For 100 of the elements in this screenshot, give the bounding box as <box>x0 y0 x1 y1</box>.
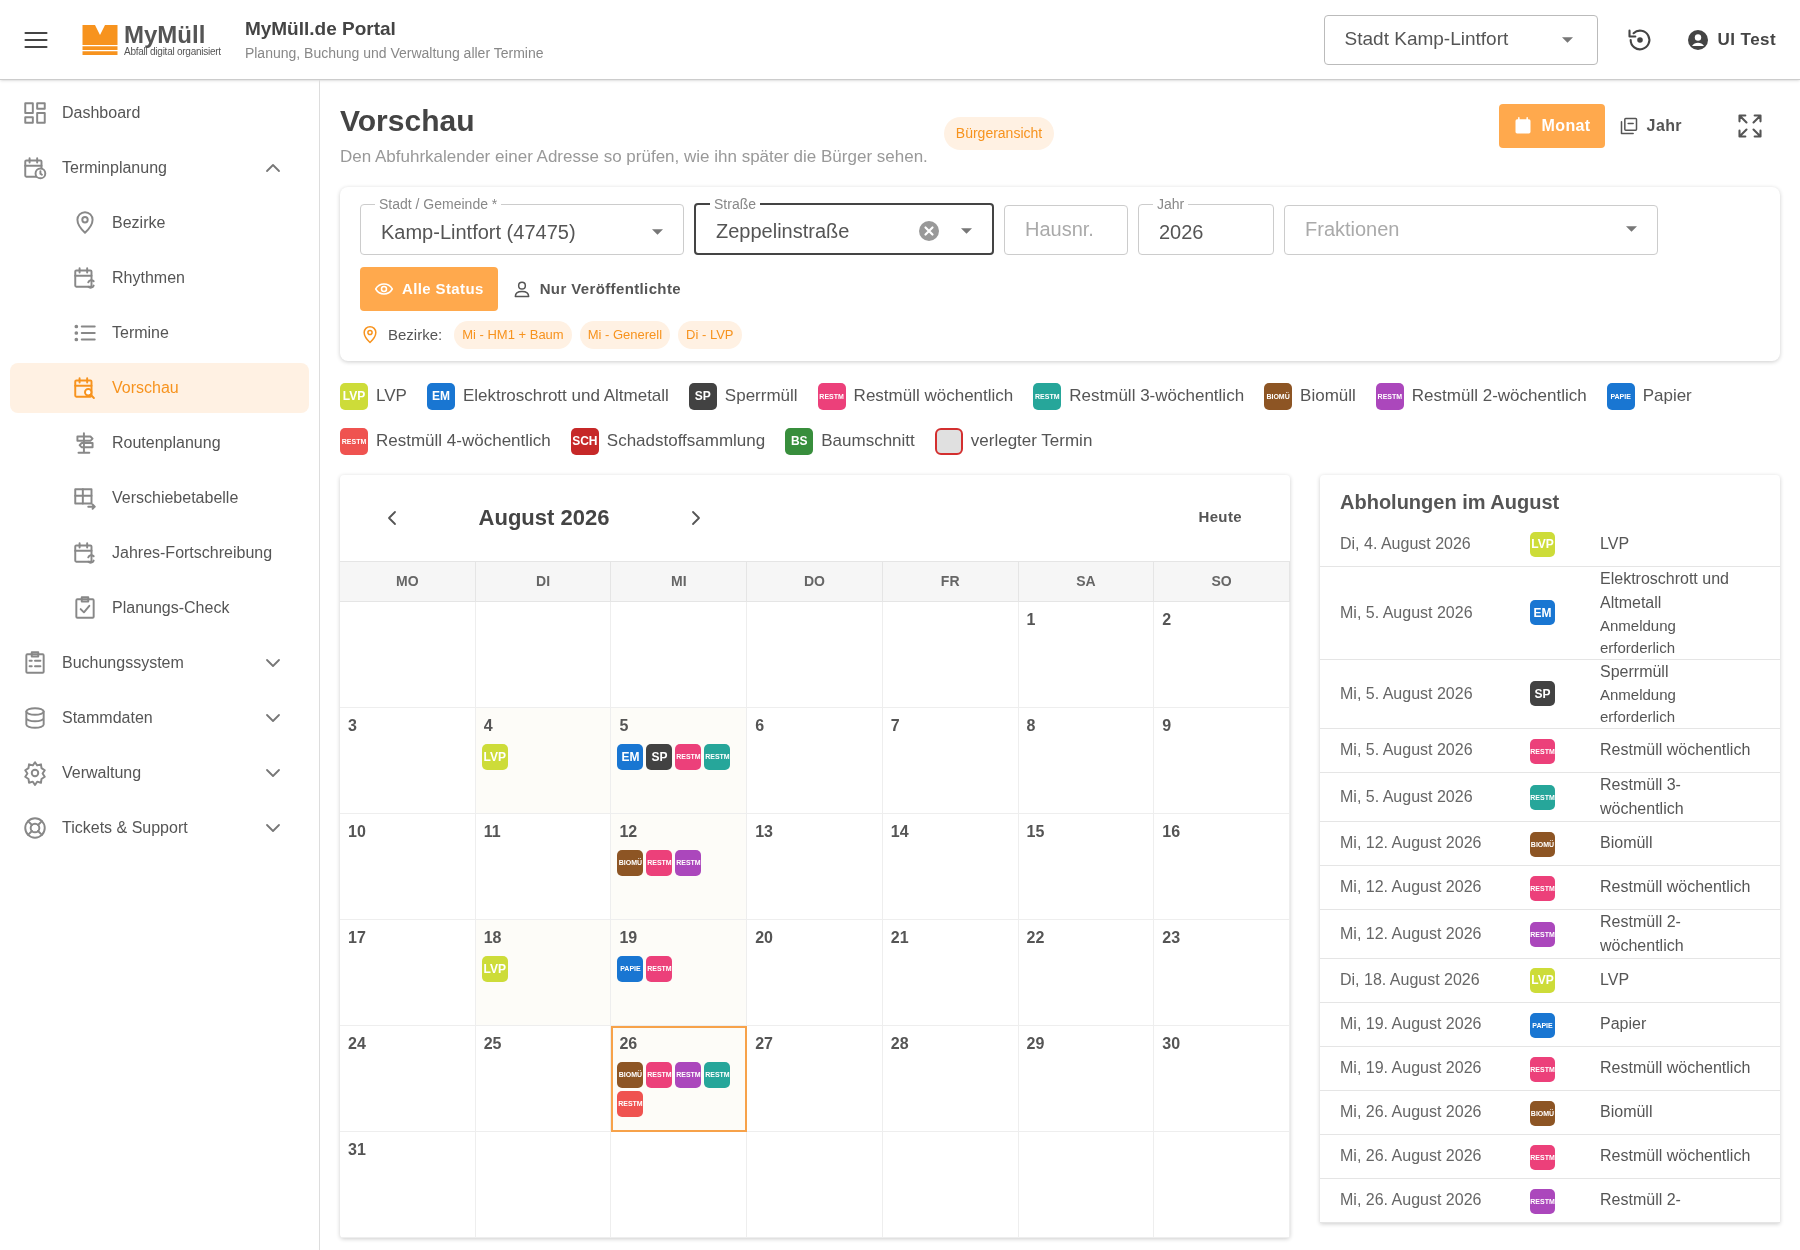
calendar-day[interactable]: 21 <box>882 919 1019 1026</box>
status-toggle[interactable]: Nur Veröffentlichte <box>497 267 695 311</box>
sidebar-item[interactable]: Verwaltung <box>10 748 309 798</box>
select-field[interactable]: Stadt / Gemeinde * Kamp-Lintfort (47475) <box>360 197 684 255</box>
pickup-date: Di, 4. August 2026 <box>1340 534 1472 554</box>
sidebar-item[interactable]: Tickets & Support <box>10 803 309 853</box>
day-number: 19 <box>619 927 639 948</box>
calendar-day[interactable]: 30 <box>1154 1025 1290 1132</box>
day-number: 3 <box>348 715 358 736</box>
view-toggle[interactable]: Jahr <box>1604 104 1696 148</box>
district-chip: Mi - Generell <box>579 321 671 349</box>
lifebuoy-icon <box>22 815 48 841</box>
select-field[interactable]: Straße Zeppelinstraße <box>694 197 994 255</box>
fraction-badge: SP <box>1530 681 1555 707</box>
sidebar-item[interactable]: Dashboard <box>10 88 309 138</box>
day-number: 24 <box>348 1033 367 1054</box>
sidebar-item[interactable]: Verschiebetabelle <box>10 473 309 523</box>
calendar-day[interactable]: 31 <box>340 1131 476 1238</box>
field-input[interactable]: Zeppelinstraße <box>716 216 917 246</box>
page-subtitle: Den Abfuhrkalender einer Adresse so prüfen, wie ihn später die Bürger sehen. <box>340 145 928 168</box>
field-input[interactable]: 2026 <box>1159 216 1253 247</box>
caret-icon <box>961 228 972 234</box>
districts-label: Bezirke: <box>388 324 443 345</box>
fraction-badge: BS <box>785 427 814 455</box>
portal-subtitle: Planung, Buchung und Verwaltung aller Termine <box>244 44 544 64</box>
calendar-stack-icon <box>1618 116 1639 136</box>
user-button[interactable]: UI Test <box>1685 26 1776 53</box>
pickup-note: Anmeldung erforderlich <box>1600 684 1677 727</box>
day-number: 11 <box>483 821 502 842</box>
field-input[interactable]: Fraktionen <box>1305 214 1618 244</box>
calendar-day[interactable]: 2 <box>1154 601 1290 708</box>
weekday-header: DO <box>747 561 883 602</box>
sidebar-item[interactable]: Stammdaten <box>10 693 309 743</box>
calendar-day[interactable]: 14 <box>882 813 1019 920</box>
calendar-day[interactable]: 28 <box>882 1025 1019 1132</box>
calendar-day[interactable]: 20 <box>747 919 883 1026</box>
field-label: Jahr <box>1156 197 1186 211</box>
calendar-day[interactable]: 7 <box>882 707 1019 814</box>
calendar-day[interactable]: 22 <box>1018 919 1155 1026</box>
sidebar-item[interactable]: Bezirke <box>10 198 309 248</box>
text-field[interactable]: Jahr 2026 <box>1138 197 1274 255</box>
calendar-day[interactable]: 24 <box>340 1025 476 1132</box>
calendar-day[interactable]: 9 <box>1154 707 1290 814</box>
account-icon <box>1685 27 1710 52</box>
day-number: 18 <box>483 927 503 948</box>
sidebar-item[interactable]: Rhythmen <box>10 253 309 303</box>
calendar-day[interactable]: 8 <box>1018 707 1155 814</box>
select-field[interactable]: Fraktionen <box>1284 205 1658 255</box>
calendar-day[interactable]: 1 <box>1018 601 1155 708</box>
sidebar-item[interactable]: Terminplanung <box>10 143 309 193</box>
day-number: 13 <box>755 821 774 842</box>
sidebar-item[interactable]: Termine <box>10 308 309 358</box>
pickup-date: Mi, 5. August 2026 <box>1340 786 1474 807</box>
day-number: 26 <box>619 1033 639 1054</box>
legend-label: Restmüll wöchentlich <box>853 385 1014 408</box>
pickup-label: Elektroschrott und Altmetall <box>1600 568 1730 613</box>
day-number: 9 <box>1162 715 1173 736</box>
calendar-day[interactable]: 13 <box>747 813 883 920</box>
calendar-sync-icon <box>72 265 98 291</box>
calendar-day[interactable]: 10 <box>340 813 476 920</box>
pickup-date: Mi, 26. August 2026 <box>1340 1102 1483 1122</box>
calendar-day[interactable]: 17 <box>340 919 476 1026</box>
weekday-header: SA <box>1018 561 1155 602</box>
calendar-day[interactable]: 18 LVP <box>475 919 612 1026</box>
sidebar-item[interactable]: Routenplanung <box>10 418 309 468</box>
day-number: 20 <box>755 927 774 948</box>
pickup-label: LVP <box>1600 534 1631 554</box>
calendar-day[interactable]: 16 <box>1154 813 1290 920</box>
sidebar-item[interactable]: Buchungssystem <box>10 638 309 688</box>
caret-icon <box>652 228 663 235</box>
calendar-day[interactable]: 23 <box>1154 919 1290 1026</box>
view-badge: Bürgeransicht <box>943 117 1055 150</box>
fullscreen-button[interactable] <box>1736 112 1764 140</box>
field-input[interactable]: Kamp-Lintfort (47475) <box>381 216 644 247</box>
field-label: Stadt / Gemeinde * <box>378 197 499 211</box>
pickup-label: Biomüll <box>1600 833 1654 853</box>
pickup-label: Restmüll wöchentlich <box>1600 1058 1752 1078</box>
calendar-day[interactable]: 29 <box>1018 1025 1155 1132</box>
calendar-day[interactable]: 4 LVP <box>475 707 612 814</box>
field-input[interactable]: Hausnr. <box>1025 214 1107 244</box>
day-number: 6 <box>755 715 766 736</box>
today-button[interactable]: Heute <box>1190 506 1250 529</box>
pickup-label: Restmüll 2- <box>1600 1190 1682 1210</box>
sidebar-item[interactable]: Planungs-Check <box>10 583 309 633</box>
clear-icon[interactable] <box>917 219 941 243</box>
calendar-day[interactable]: 3 <box>340 707 476 814</box>
pickup-label: Restmüll wöchentlich <box>1600 877 1752 897</box>
month-title: August 2026 <box>477 504 611 532</box>
calendar-day[interactable]: 15 <box>1018 813 1155 920</box>
sidebar-item[interactable]: Jahres-Fortschreibung <box>10 528 309 578</box>
calendar-sync-icon <box>72 540 98 566</box>
day-number: 28 <box>890 1033 910 1054</box>
day-number: 21 <box>890 927 910 948</box>
city-select[interactable]: Stadt Kamp-Lintfort <box>1323 14 1598 65</box>
day-number: 22 <box>1026 927 1046 948</box>
caret-icon <box>1626 226 1637 232</box>
text-field[interactable]: Hausnr. <box>1004 205 1128 255</box>
calendar-day[interactable]: 27 <box>747 1025 883 1132</box>
calendar-day[interactable]: 6 <box>747 707 883 814</box>
pickup-label: Restmüll 2-wöchentlich <box>1600 911 1685 956</box>
